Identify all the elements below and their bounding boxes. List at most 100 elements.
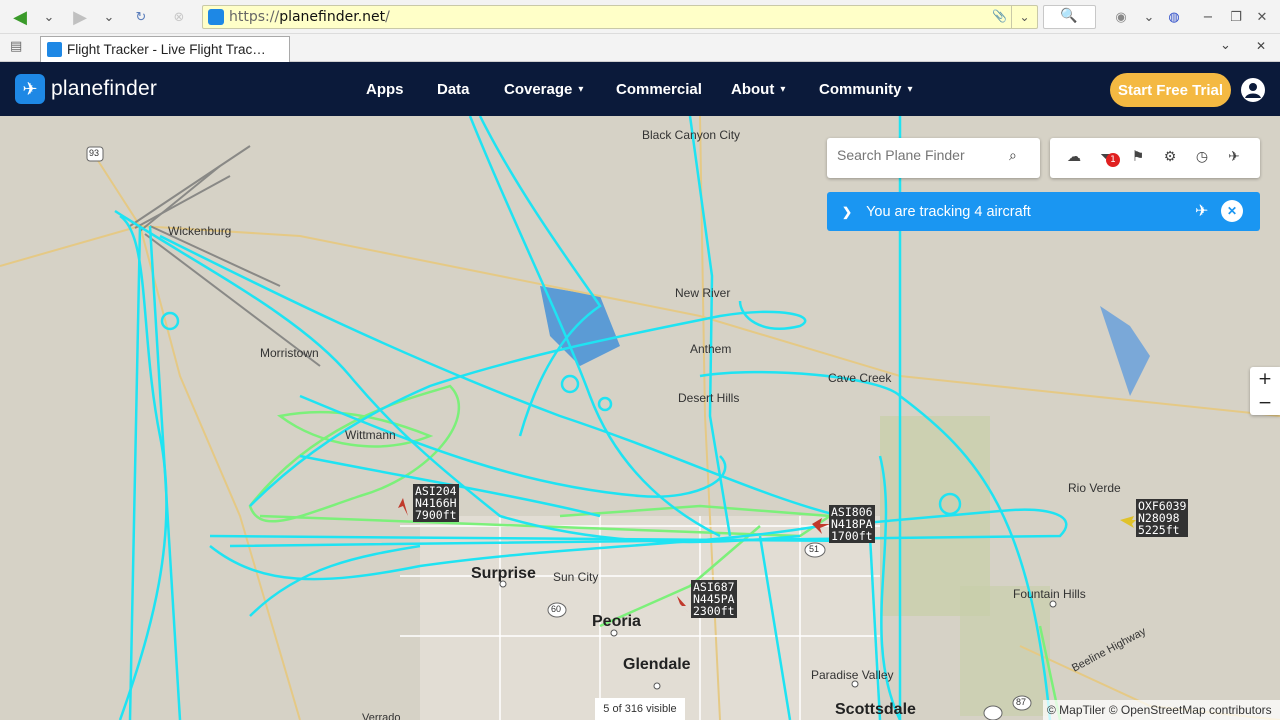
tracking-text: You are tracking 4 aircraft — [866, 203, 1031, 220]
aircraft-oxf6039-icon[interactable] — [1120, 516, 1136, 528]
tab-strip: ▤ Flight Tracker - Live Flight Trac… ⌄ ✕ — [0, 34, 1280, 62]
cloud-upload-icon[interactable]: ☁ — [1064, 147, 1084, 167]
minimize-icon[interactable]: − — [1198, 6, 1218, 28]
profile-icon[interactable]: ◉ — [1110, 6, 1132, 28]
search-panel: ⌕ — [827, 138, 1040, 178]
tab-title: Flight Tracker - Live Flight Trac… — [67, 42, 266, 57]
place-sun-city: Sun City — [553, 570, 599, 584]
nav-about-label: About — [731, 80, 775, 98]
aircraft-label-asi806[interactable]: ASI806 N418PA 1700ft — [829, 505, 875, 543]
attachment-icon: 📎 — [992, 9, 1007, 23]
tab-list-icon[interactable]: ▤ — [10, 39, 28, 57]
altitude: 5225ft — [1138, 523, 1180, 537]
nav-data-label: Data — [437, 80, 470, 98]
place-anthem: Anthem — [690, 342, 732, 356]
nav-community[interactable]: Community ▾ — [819, 62, 913, 116]
filter-badge: 1 — [1106, 153, 1120, 167]
browser-logo-icon[interactable]: ◍ — [1164, 6, 1184, 28]
back-history-icon[interactable]: ⌄ — [40, 6, 58, 28]
history-icon[interactable]: ◷ — [1192, 147, 1212, 167]
search-icon[interactable]: ⌕ — [1009, 148, 1017, 164]
browser-search-button[interactable]: 🔍 — [1043, 5, 1096, 29]
place-glendale: Glendale — [623, 656, 691, 673]
plane-logo-icon: ✈ — [15, 74, 45, 104]
expand-chevron-icon[interactable]: ❯ — [842, 205, 852, 219]
nav-coverage-label: Coverage — [504, 80, 573, 98]
chevron-down-icon: ▾ — [907, 83, 913, 95]
forward-history-icon[interactable]: ⌄ — [100, 6, 118, 28]
site-header: ✈ planefinder Apps Data Coverage ▾ Commer… — [0, 62, 1280, 116]
aircraft-label-asi204[interactable]: ASI204 N4166H 7900ft — [413, 484, 459, 522]
nav-data[interactable]: Data — [437, 62, 470, 116]
nav-apps[interactable]: Apps — [366, 62, 404, 116]
flight-map[interactable]: Black Canyon City Wickenburg New River M… — [0, 116, 1280, 720]
site-favicon-icon — [208, 9, 224, 25]
forward-icon[interactable]: ▶ — [68, 6, 92, 28]
bookmark-icon[interactable]: ⚑ — [1128, 147, 1148, 167]
close-tracking-icon[interactable]: ✕ — [1221, 200, 1243, 222]
zoom-out-button[interactable]: − — [1250, 391, 1280, 415]
route-87-shield: 87 — [1016, 697, 1027, 707]
search-input[interactable] — [835, 144, 1005, 166]
nav-commercial[interactable]: Commercial — [616, 62, 702, 116]
place-rio-verde: Rio Verde — [1068, 481, 1121, 495]
url-text: https://planefinder.net/ — [229, 9, 390, 25]
visible-aircraft-count: 5 of 316 visible — [595, 698, 685, 720]
altitude: 2300ft — [693, 604, 735, 618]
tab-flight-tracker[interactable]: Flight Tracker - Live Flight Trac… — [40, 36, 290, 62]
place-morristown: Morristown — [260, 346, 319, 360]
zoom-in-button[interactable]: + — [1250, 367, 1280, 391]
url-dropdown-icon[interactable]: ⌄ — [1011, 6, 1037, 28]
tracking-banner[interactable]: ❯ You are tracking 4 aircraft ✈ ✕ — [827, 192, 1260, 231]
place-fountain-hills: Fountain Hills — [1013, 587, 1086, 601]
menu-dropdown-icon[interactable]: ⌄ — [1140, 6, 1158, 28]
altitude: 1700ft — [831, 529, 873, 543]
place-surprise: Surprise — [471, 565, 536, 582]
aircraft-asi204-icon[interactable] — [398, 498, 408, 516]
place-wickenburg: Wickenburg — [168, 224, 232, 238]
place-cave-creek: Cave Creek — [828, 371, 892, 385]
zoom-control: + − — [1250, 367, 1280, 415]
settings-gear-icon[interactable]: ⚙ — [1160, 147, 1180, 167]
route-93-shield: 93 — [89, 148, 100, 158]
reload-icon[interactable]: ↻ — [130, 6, 152, 28]
start-free-trial-button[interactable]: Start Free Trial — [1110, 73, 1231, 107]
planefinder-logo[interactable]: ✈ planefinder — [15, 74, 157, 104]
place-scottsdale: Scottsdale — [835, 701, 916, 718]
logo-text: planefinder — [51, 77, 158, 100]
aircraft-label-asi687[interactable]: ASI687 N445PA 2300ft — [691, 580, 737, 618]
address-bar[interactable]: https://planefinder.net/ 📎 ⌄ — [202, 5, 1038, 29]
nav-apps-label: Apps — [366, 80, 404, 98]
chevron-down-icon: ▾ — [780, 83, 786, 95]
chevron-down-icon: ▾ — [578, 83, 584, 95]
route-60-shield: 60 — [551, 604, 562, 614]
place-desert-hills: Desert Hills — [678, 391, 740, 405]
route-51-shield: 51 — [809, 544, 820, 554]
close-window-icon[interactable]: ✕ — [1252, 6, 1272, 28]
nav-coverage[interactable]: Coverage ▾ — [504, 62, 583, 116]
browser-toolbar: ◀ ⌄ ▶ ⌄ ↻ ⊗ https://planefinder.net/ 📎 ⌄… — [0, 0, 1280, 34]
account-icon[interactable] — [1241, 78, 1265, 102]
nav-commercial-label: Commercial — [616, 80, 702, 98]
nav-about[interactable]: About ▾ — [731, 62, 785, 116]
tab-overflow-icon[interactable]: ⌄ — [1220, 38, 1231, 53]
place-peoria: Peoria — [592, 613, 641, 630]
playback-plane-icon[interactable]: ✈ — [1224, 147, 1244, 167]
map-tools-panel: ☁ ⏷1 ⚑ ⚙ ◷ ✈ — [1050, 138, 1260, 178]
url-scheme: https:// — [229, 9, 280, 25]
close-tab-icon[interactable]: ✕ — [1256, 39, 1266, 53]
nav-community-label: Community — [819, 80, 902, 98]
tab-favicon-icon — [47, 42, 62, 57]
url-host: planefinder.net — [279, 9, 386, 25]
aircraft-label-oxf6039[interactable]: OXF6039 N28098 5225ft — [1136, 499, 1189, 537]
restore-icon[interactable]: ❐ — [1226, 6, 1246, 28]
place-black-canyon-city: Black Canyon City — [642, 128, 741, 142]
back-icon[interactable]: ◀ — [8, 6, 32, 28]
place-verrado: Verrado — [362, 712, 401, 720]
filter-icon[interactable]: ⏷1 — [1096, 147, 1120, 167]
magnifier-icon: 🔍 — [1060, 8, 1078, 24]
altitude: 7900ft — [415, 508, 457, 522]
stop-icon[interactable]: ⊗ — [168, 6, 190, 28]
map-attribution[interactable]: © MapTiler © OpenStreetMap contributors — [1043, 700, 1280, 720]
place-wittmann: Wittmann — [345, 428, 396, 442]
